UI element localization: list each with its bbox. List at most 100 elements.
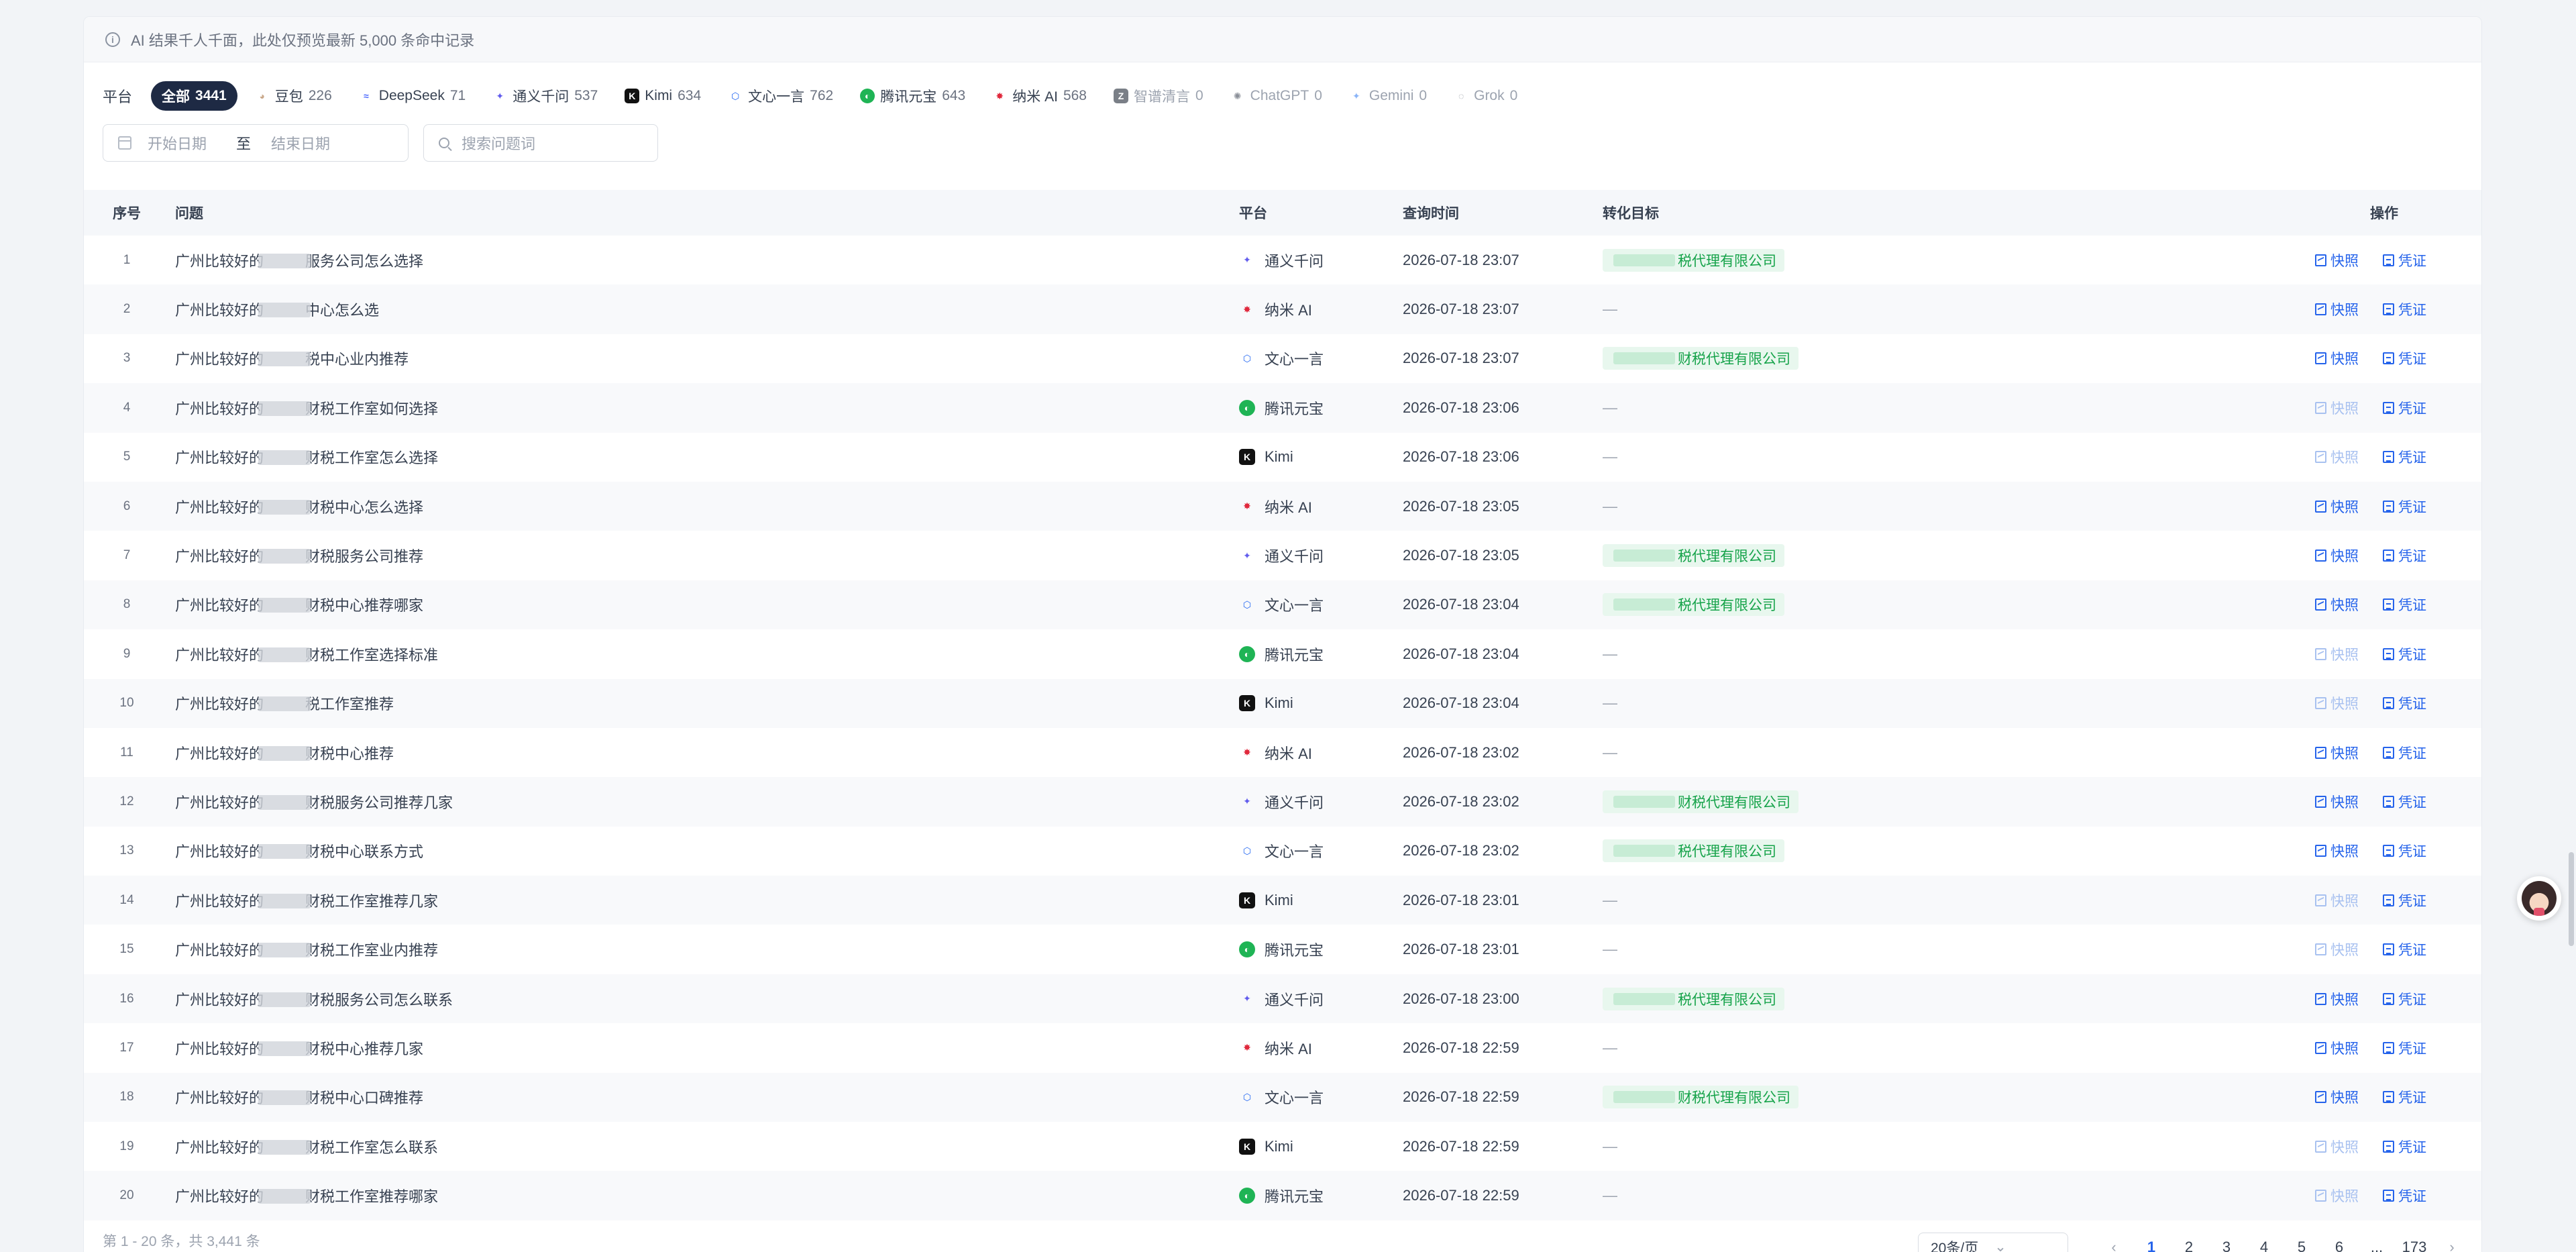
snapshot-label: 快照 — [2330, 647, 2359, 663]
next-page-button[interactable]: › — [2433, 1239, 2471, 1252]
table-row: 19 广州比较好的 财税工作室怎么联系 K Kimi 2026-07-18 22:59 — 快… — [84, 1122, 2481, 1171]
voucher-link[interactable]: 凭证 — [2383, 447, 2426, 467]
snapshot-link[interactable]: 快照 — [2315, 545, 2359, 566]
platform-tag: ✸ 纳米 AI — [1239, 496, 1403, 517]
end-date-input[interactable]: 结束日期 — [271, 132, 330, 154]
snapshot-link[interactable]: 快照 — [2315, 841, 2359, 861]
page-size-select[interactable]: 20条/页 ⌄ — [1918, 1232, 2068, 1252]
voucher-link[interactable]: 凭证 — [2383, 1038, 2426, 1058]
voucher-link[interactable]: 凭证 — [2383, 1186, 2426, 1206]
action-cell: 快照 凭证 — [2308, 284, 2481, 334]
voucher-link[interactable]: 凭证 — [2383, 1087, 2426, 1107]
action-cell: 快照 凭证 — [2308, 1072, 2481, 1123]
platform-chip[interactable]: ✦ Gemini 0 — [1340, 81, 1436, 111]
platform-tag: ✦ 通义千问 — [1239, 250, 1403, 271]
platform-chip-label: 腾讯元宝 — [880, 89, 937, 105]
voucher-link[interactable]: 凭证 — [2383, 792, 2426, 812]
snapshot-link[interactable]: 快照 — [2315, 989, 2359, 1009]
snapshot-link[interactable]: 快照 — [2315, 299, 2359, 319]
snapshot-link[interactable]: 快照 — [2315, 1038, 2359, 1058]
platform-chip[interactable]: ≈ DeepSeek 71 — [350, 81, 475, 111]
voucher-link[interactable]: 凭证 — [2383, 644, 2426, 664]
platform-tag: ◐ 腾讯元宝 — [1239, 643, 1403, 665]
start-date-input[interactable]: 开始日期 — [148, 132, 207, 154]
voucher-link[interactable]: 凭证 — [2383, 989, 2426, 1009]
image-icon — [2315, 1041, 2326, 1054]
page-number-button[interactable]: 1 — [2133, 1239, 2170, 1252]
voucher-link[interactable]: 凭证 — [2383, 1137, 2426, 1157]
snapshot-link[interactable]: 快照 — [2315, 890, 2359, 910]
doubao-icon: ◕ — [259, 91, 265, 101]
snapshot-link[interactable]: 快照 — [2315, 693, 2359, 713]
scrollbar-thumb[interactable] — [2569, 852, 2574, 946]
voucher-link[interactable]: 凭证 — [2383, 890, 2426, 910]
voucher-label: 凭证 — [2398, 794, 2426, 811]
platform-chip[interactable]: Z 智谱清言 0 — [1104, 81, 1213, 111]
platform-chip[interactable]: ✸ 纳米 AI 568 — [983, 81, 1096, 111]
action-cell: 快照 凭证 — [2308, 481, 2481, 531]
platform-chip[interactable]: K Kimi 634 — [615, 81, 710, 111]
page-number-button[interactable]: 6 — [2320, 1239, 2358, 1252]
page-number-button[interactable]: 3 — [2208, 1239, 2245, 1252]
table-row: 18 广州比较好的 财税中心口碑推荐 ⬡ 文心一言 2026-07-18 22:59 财税代… — [84, 1072, 2481, 1123]
query-time: 2026-07-18 23:01 — [1403, 941, 1519, 958]
voucher-link[interactable]: 凭证 — [2383, 594, 2426, 615]
platform-chip[interactable]: 全部 3441 — [151, 81, 237, 111]
question-prefix: 广州比较好的 — [175, 646, 264, 664]
snapshot-link[interactable]: 快照 — [2315, 447, 2359, 467]
voucher-link[interactable]: 凭证 — [2383, 299, 2426, 319]
page-number-button[interactable]: 4 — [2245, 1239, 2283, 1252]
row-number: 5 — [123, 450, 131, 464]
nami-icon: ✸ — [996, 90, 1004, 101]
voucher-link[interactable]: 凭证 — [2383, 743, 2426, 763]
page-number-button[interactable]: 173 — [2396, 1239, 2433, 1252]
search-input[interactable]: 搜索问题词 — [423, 124, 658, 162]
platform-chip[interactable]: ◐ 腾讯元宝 643 — [851, 81, 975, 111]
scrollbar[interactable] — [2567, 0, 2576, 1252]
snapshot-link[interactable]: 快照 — [2315, 594, 2359, 615]
snapshot-link[interactable]: 快照 — [2315, 398, 2359, 418]
platform-chip[interactable]: ◕ 豆包 226 — [246, 81, 341, 111]
voucher-link[interactable]: 凭证 — [2383, 250, 2426, 270]
platform-chip[interactable]: ⬡ 文心一言 762 — [718, 81, 843, 111]
query-time: 2026-07-18 23:07 — [1403, 350, 1519, 367]
question-cell: 广州比较好的 财税工作室推荐几家 — [170, 876, 1239, 925]
platform-chip[interactable]: ◌ Grok 0 — [1444, 81, 1527, 111]
voucher-link[interactable]: 凭证 — [2383, 497, 2426, 517]
snapshot-link[interactable]: 快照 — [2315, 1186, 2359, 1206]
platform-chip[interactable]: ✺ ChatGPT 0 — [1221, 81, 1332, 111]
prev-page-button[interactable]: ‹ — [2095, 1239, 2133, 1252]
question-cell: 广州比较好的 财税中心联系方式 — [170, 827, 1239, 876]
question-cell: 广州比较好的 财税中心怎么选择 — [170, 481, 1239, 531]
snapshot-link[interactable]: 快照 — [2315, 1137, 2359, 1157]
snapshot-link[interactable]: 快照 — [2315, 348, 2359, 368]
voucher-link[interactable]: 凭证 — [2383, 939, 2426, 959]
platform-tag: ✸ 纳米 AI — [1239, 1037, 1403, 1059]
date-range-picker[interactable]: 开始日期 至 结束日期 — [103, 124, 409, 162]
voucher-link[interactable]: 凭证 — [2383, 348, 2426, 368]
calendar-icon — [118, 136, 131, 150]
voucher-link[interactable]: 凭证 — [2383, 841, 2426, 861]
voucher-link[interactable]: 凭证 — [2383, 545, 2426, 566]
platform-chip[interactable]: ✦ 通义千问 537 — [483, 81, 607, 111]
snapshot-link[interactable]: 快照 — [2315, 939, 2359, 959]
assistant-avatar-button[interactable] — [2517, 876, 2561, 921]
document-icon — [2383, 746, 2394, 759]
snapshot-link[interactable]: 快照 — [2315, 497, 2359, 517]
voucher-link[interactable]: 凭证 — [2383, 693, 2426, 713]
snapshot-link[interactable]: 快照 — [2315, 1087, 2359, 1107]
table-row: 9 广州比较好的 财税工作室选择标准 ◐ 腾讯元宝 2026-07-18 23:04 — 快照… — [84, 629, 2481, 678]
nami-icon: ✸ — [1243, 303, 1251, 315]
voucher-link[interactable]: 凭证 — [2383, 398, 2426, 418]
document-icon — [2383, 254, 2394, 266]
page-number-button[interactable]: 2 — [2170, 1239, 2208, 1252]
snapshot-link[interactable]: 快照 — [2315, 644, 2359, 664]
snapshot-link[interactable]: 快照 — [2315, 743, 2359, 763]
page-ellipsis[interactable]: ... — [2358, 1239, 2396, 1252]
target-text: 财税代理有限公司 — [1678, 352, 1790, 368]
row-number: 11 — [120, 745, 133, 760]
page-number-button[interactable]: 5 — [2283, 1239, 2320, 1252]
platform-chip-label: 豆包 — [274, 89, 303, 105]
snapshot-link[interactable]: 快照 — [2315, 250, 2359, 270]
snapshot-link[interactable]: 快照 — [2315, 792, 2359, 812]
